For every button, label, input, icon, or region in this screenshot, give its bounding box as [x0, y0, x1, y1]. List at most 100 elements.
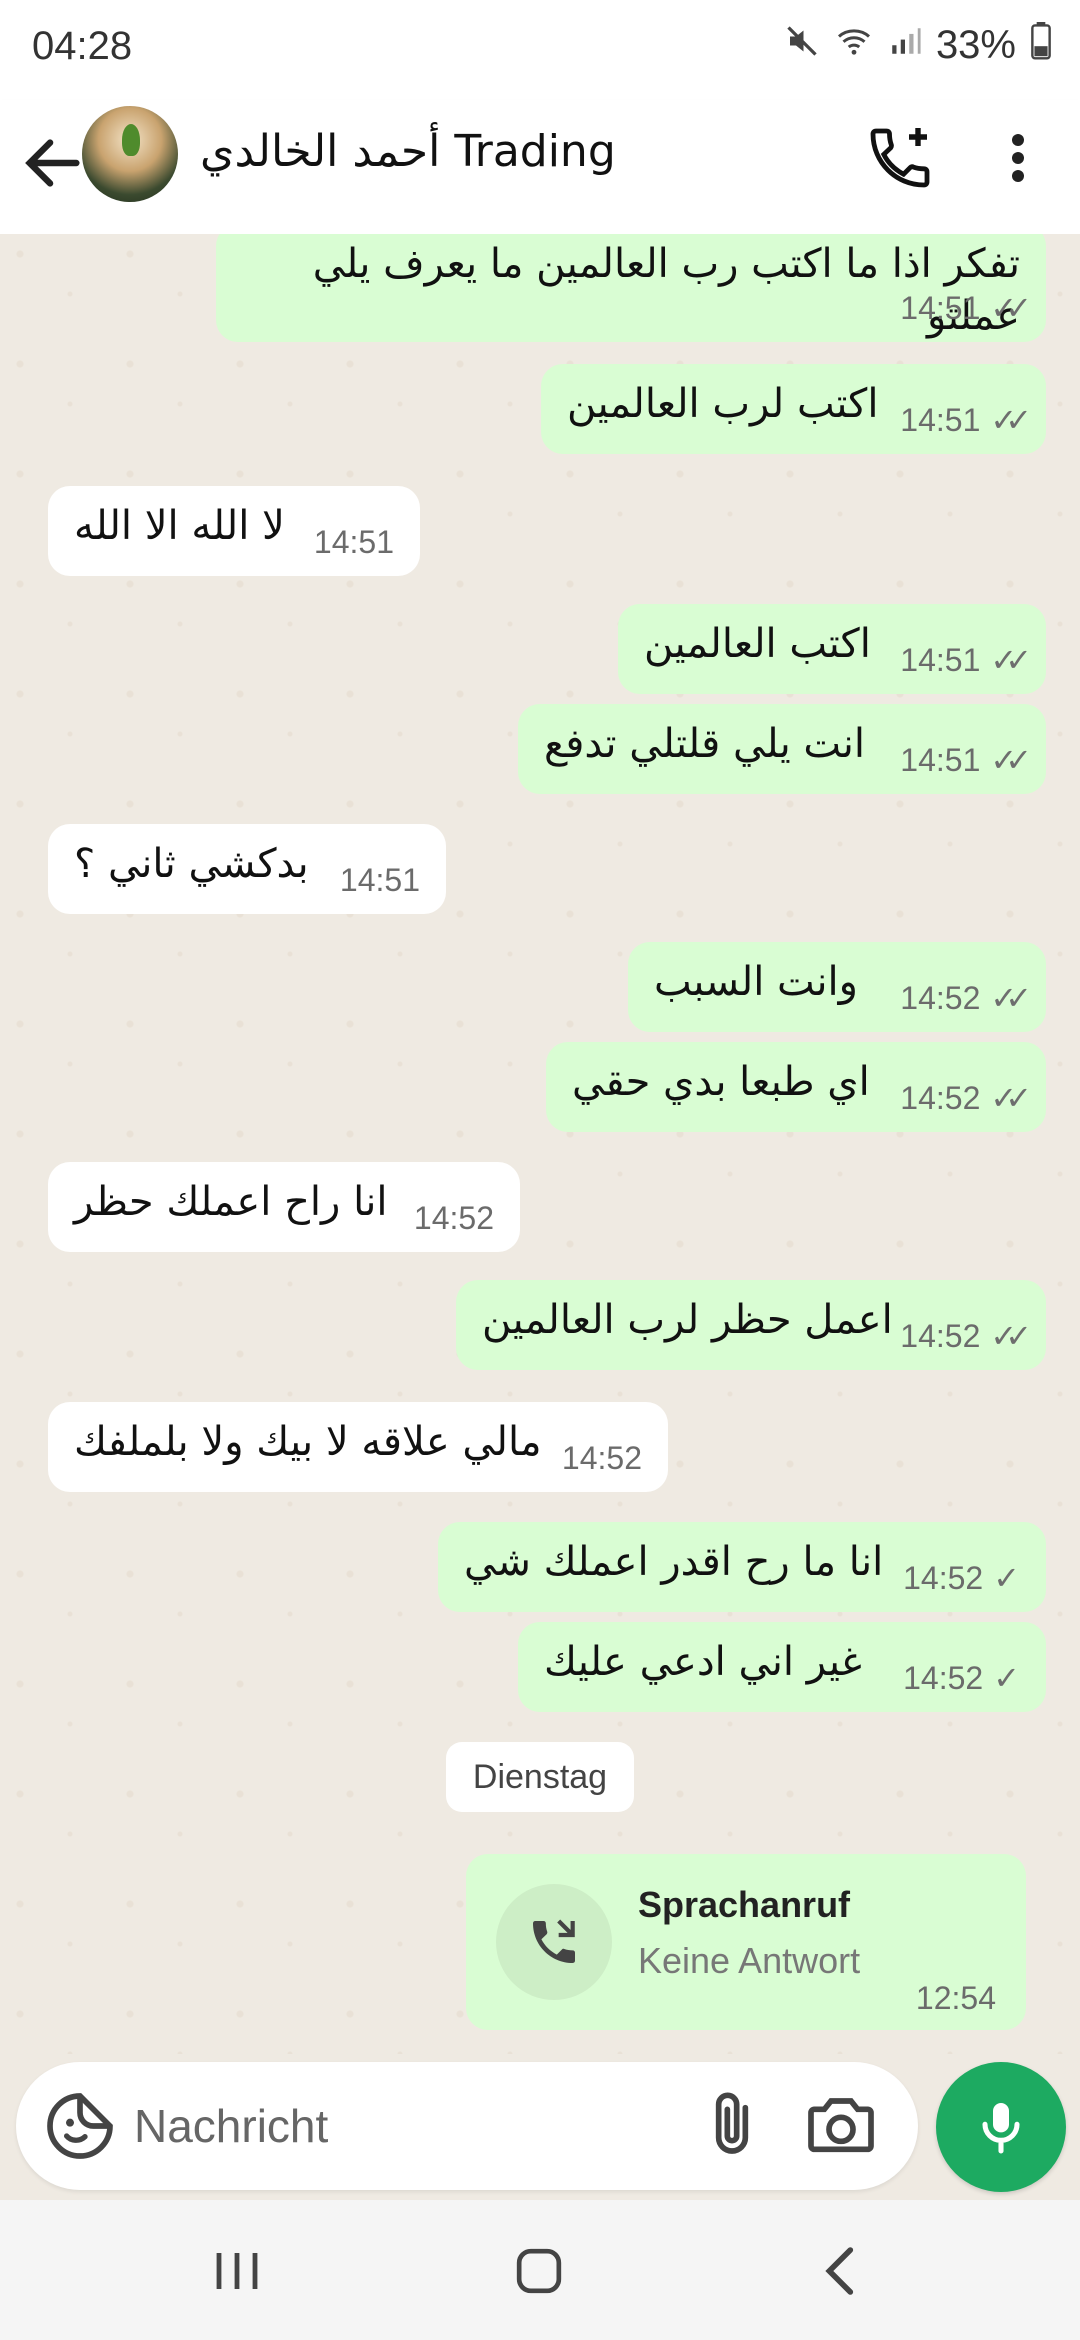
sticker-icon [47, 2093, 113, 2159]
double-check-icon: ✓✓ [990, 642, 1031, 678]
message-time: 14:51 [900, 290, 981, 326]
message-bubble-incoming[interactable]: لا الله الا الله 14:51 [48, 486, 420, 576]
message-time: 14:52 [413, 1200, 494, 1236]
message-text: لا الله الا الله [74, 503, 285, 549]
contact-name[interactable]: أحمد الخالدي Trading [200, 126, 616, 177]
chat-header: أحمد الخالدي Trading [0, 100, 1080, 234]
message-meta: 14:52 ✓✓ [900, 1310, 1032, 1362]
battery-icon [1030, 22, 1052, 69]
message-text: وانت السبب [654, 959, 858, 1005]
message-list[interactable]: تفكر اذا ما اكتب رب العالمين ما يعرف يلي… [0, 234, 1080, 2054]
message-input[interactable] [134, 2082, 694, 2170]
paperclip-icon [715, 2092, 749, 2154]
message-meta: 14:52 ✓✓ [900, 972, 1032, 1024]
message-meta: 14:51 ✓✓ [900, 734, 1032, 786]
message-meta: 14:51 [340, 854, 420, 906]
avatar[interactable] [82, 106, 178, 202]
double-check-icon: ✓✓ [990, 402, 1031, 438]
message-text: اكتب لرب العالمين [567, 381, 879, 427]
message-bubble-outgoing[interactable]: غير اني ادعي عليك 14:52 ✓ [518, 1622, 1046, 1712]
double-check-icon: ✓✓ [990, 290, 1031, 326]
message-meta: 14:52 [562, 1432, 642, 1484]
message-text: انا راح اعملك حظر [74, 1179, 388, 1225]
more-vert-icon [1012, 134, 1024, 182]
message-bubble-outgoing[interactable]: اعمل حظر لرب العالمين 14:52 ✓✓ [456, 1280, 1046, 1370]
back-button[interactable] [18, 128, 88, 198]
message-time: 14:51 [313, 524, 394, 560]
status-time: 04:28 [32, 24, 133, 68]
message-time: 14:51 [900, 402, 981, 438]
date-separator: Dienstag [446, 1742, 634, 1812]
double-check-icon: ✓✓ [990, 1080, 1031, 1116]
home-button[interactable] [494, 2236, 584, 2306]
status-bar: 04:28 33% [0, 0, 1080, 100]
message-text: مالي علاقه لا بيك ولا بلملفك [74, 1419, 542, 1465]
message-meta: 14:51 ✓✓ [900, 634, 1032, 686]
message-meta: 14:51 ✓✓ [900, 394, 1032, 446]
message-text: اكتب العالمين [644, 621, 871, 667]
message-bubble-outgoing[interactable]: اي طبعا بدي حقي 14:52 ✓✓ [546, 1042, 1046, 1132]
mic-icon [982, 2103, 1020, 2154]
call-subtitle: Keine Antwort [638, 1940, 861, 1981]
add-call-button[interactable] [864, 122, 936, 194]
message-time: 14:51 [900, 642, 981, 678]
message-text: بدكشي ثاني ؟ [74, 841, 309, 887]
camera-icon [808, 2098, 874, 2153]
message-bubble-outgoing[interactable]: اكتب العالمين 14:51 ✓✓ [618, 604, 1046, 694]
message-time: 14:52 [903, 1560, 984, 1596]
phone-missed-icon [533, 1919, 575, 1963]
message-bubble-outgoing[interactable]: تفكر اذا ما اكتب رب العالمين ما يعرف يلي… [216, 234, 1046, 342]
message-meta: 14:52 ✓ [903, 1552, 1020, 1604]
camera-button[interactable] [798, 2086, 884, 2166]
back-arrow-icon [25, 139, 80, 187]
message-time: 14:52 [561, 1440, 642, 1476]
sticker-button[interactable] [40, 2086, 120, 2166]
add-call-icon [870, 128, 930, 188]
message-bubble-incoming[interactable]: بدكشي ثاني ؟ 14:51 [48, 824, 446, 914]
message-bubble-outgoing[interactable]: انا ما رح اقدر اعملك شي 14:52 ✓ [438, 1522, 1046, 1612]
message-time: 14:51 [900, 742, 981, 778]
message-bubble-outgoing[interactable]: اكتب لرب العالمين 14:51 ✓✓ [541, 364, 1046, 454]
wifi-icon [834, 23, 874, 68]
message-text: غير اني ادعي عليك [544, 1639, 862, 1685]
message-meta: 14:51 [314, 516, 394, 568]
message-time: 14:52 [900, 1318, 981, 1354]
double-check-icon: ✓✓ [990, 1318, 1031, 1354]
call-title: Sprachanruf [638, 1884, 851, 1925]
message-bubble-outgoing[interactable]: انت يلي قلتلي تدفع 14:51 ✓✓ [518, 704, 1046, 794]
single-check-icon: ✓ [993, 1560, 1020, 1596]
double-check-icon: ✓✓ [990, 742, 1031, 778]
message-bubble-outgoing[interactable]: وانت السبب 14:52 ✓✓ [628, 942, 1046, 1032]
mute-icon [784, 23, 820, 68]
voice-call-card[interactable]: Sprachanruf Keine Antwort 12:54 [466, 1854, 1026, 2030]
message-time: 14:52 [900, 980, 981, 1016]
recents-icon [216, 2253, 258, 2289]
message-composer [16, 2062, 918, 2190]
message-meta: 14:52 ✓ [903, 1652, 1020, 1704]
system-nav-bar [0, 2200, 1080, 2340]
recent-apps-button[interactable] [192, 2236, 282, 2306]
nav-back-button[interactable] [796, 2236, 886, 2306]
message-bubble-incoming[interactable]: مالي علاقه لا بيك ولا بلملفك 14:52 [48, 1402, 668, 1492]
home-icon [516, 2248, 562, 2294]
call-icon-circle [496, 1884, 612, 2000]
message-time: 14:51 [339, 862, 420, 898]
message-meta: 14:51 ✓✓ [900, 282, 1032, 334]
message-time: 14:52 [903, 1660, 984, 1696]
attach-button[interactable] [692, 2086, 772, 2166]
nav-back-icon [825, 2247, 854, 2295]
message-bubble-incoming[interactable]: انا راح اعملك حظر 14:52 [48, 1162, 520, 1252]
message-text: اعمل حظر لرب العالمين [482, 1297, 893, 1343]
voice-record-button[interactable] [936, 2062, 1066, 2192]
double-check-icon: ✓✓ [990, 980, 1031, 1016]
status-icons: 33% [784, 22, 1052, 69]
single-check-icon: ✓ [993, 1660, 1020, 1696]
message-text: اي طبعا بدي حقي [572, 1059, 870, 1105]
message-time: 14:52 [900, 1080, 981, 1116]
message-text: انت يلي قلتلي تدفع [544, 721, 865, 767]
message-meta: 14:52 [414, 1192, 494, 1244]
message-meta: 14:52 ✓✓ [900, 1072, 1032, 1124]
more-options-button[interactable] [994, 122, 1042, 194]
call-time: 12:54 [915, 1980, 996, 2016]
message-text: انا ما رح اقدر اعملك شي [464, 1539, 884, 1585]
